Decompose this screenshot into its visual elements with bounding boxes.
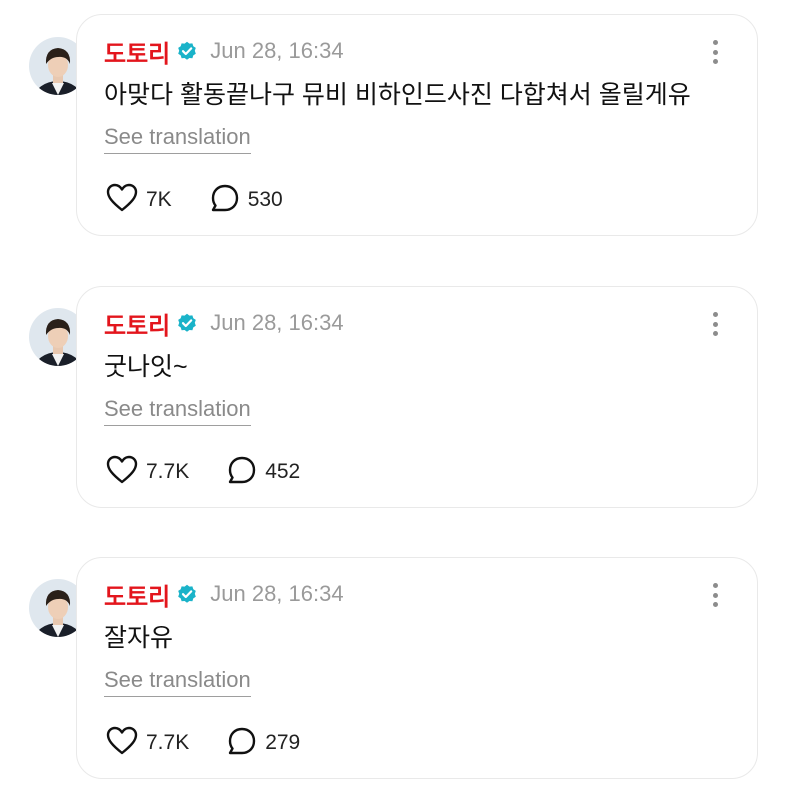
post-text: 아맞다 활동끝나구 뮤비 비하인드사진 다합쳐서 올릴게유 — [104, 81, 691, 109]
post-text: 잘자유 — [104, 624, 174, 652]
reply-button[interactable]: 279 — [227, 726, 300, 761]
reply-count: 279 — [265, 731, 301, 754]
like-button[interactable]: 7.7K — [106, 726, 189, 761]
heart-icon — [106, 183, 138, 218]
post-text: 굿나잇~ — [104, 353, 188, 381]
see-translation-link[interactable]: See translation — [104, 124, 251, 154]
more-vertical-icon[interactable] — [711, 40, 719, 64]
like-count: 7K — [146, 188, 172, 211]
verified-badge-icon — [177, 584, 197, 604]
thread-feed: 도토리 Jun 28, 16:34 아맞다 활동끝나구 뮤비 비하인드사진 다합… — [0, 0, 790, 800]
reply-count: 452 — [265, 460, 301, 483]
author-name[interactable]: 도토리 — [104, 34, 170, 69]
post-header: 도토리 Jun 28, 16:34 — [104, 34, 344, 69]
post-card: 도토리 Jun 28, 16:34 굿나잇~ See translation 7… — [76, 286, 758, 508]
see-translation-link[interactable]: See translation — [104, 396, 251, 426]
speech-bubble-icon — [210, 183, 240, 218]
speech-bubble-icon — [227, 455, 257, 490]
post-card: 도토리 Jun 28, 16:34 잘자유 See translation 7.… — [76, 557, 758, 779]
like-button[interactable]: 7.7K — [106, 455, 189, 490]
like-count: 7.7K — [146, 460, 190, 483]
like-count: 7.7K — [146, 731, 190, 754]
post-stats: 7.7K 452 — [106, 455, 300, 490]
post-timestamp: Jun 28, 16:34 — [210, 581, 344, 606]
post-stats: 7.7K 279 — [106, 726, 300, 761]
verified-badge-icon — [177, 313, 197, 333]
post-timestamp: Jun 28, 16:34 — [210, 38, 344, 63]
like-button[interactable]: 7K — [106, 183, 172, 218]
post-card: 도토리 Jun 28, 16:34 아맞다 활동끝나구 뮤비 비하인드사진 다합… — [76, 14, 758, 236]
heart-icon — [106, 726, 138, 761]
post-timestamp: Jun 28, 16:34 — [210, 310, 344, 335]
post-header: 도토리 Jun 28, 16:34 — [104, 306, 344, 341]
author-name[interactable]: 도토리 — [104, 577, 170, 612]
verified-badge-icon — [177, 41, 197, 61]
author-name[interactable]: 도토리 — [104, 306, 170, 341]
more-vertical-icon[interactable] — [711, 312, 719, 336]
more-vertical-icon[interactable] — [711, 583, 719, 607]
reply-button[interactable]: 452 — [227, 455, 300, 490]
post-stats: 7K 530 — [106, 183, 283, 218]
reply-button[interactable]: 530 — [210, 183, 283, 218]
reply-count: 530 — [247, 188, 283, 211]
heart-icon — [106, 455, 138, 490]
see-translation-link[interactable]: See translation — [104, 667, 251, 697]
post-header: 도토리 Jun 28, 16:34 — [104, 577, 344, 612]
speech-bubble-icon — [227, 726, 257, 761]
